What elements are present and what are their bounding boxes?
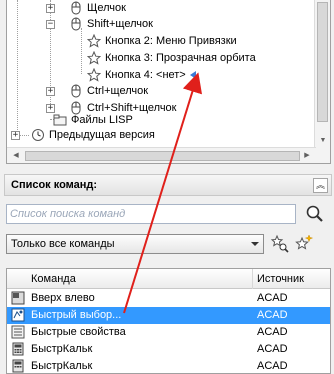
command-search-input[interactable] — [6, 204, 296, 224]
filter-selected-value: Только все команды — [11, 238, 115, 250]
command-list-header: Список команд: ︽ — [4, 174, 332, 196]
command-list-panel: Список команд: ︽ Только все команды Кома… — [0, 174, 334, 374]
customization-tree[interactable]: + Щелчок − Shift+щелчок Кнопка 2: Меню П… — [6, 0, 331, 164]
table-row-selected[interactable]: Быстрый выбор... ACAD — [7, 307, 330, 324]
chevron-down-icon — [251, 242, 259, 246]
table-row[interactable]: БыстрКальк ACAD — [7, 358, 330, 373]
tree-item-button-2[interactable]: Кнопка 2: Меню Привязки — [87, 33, 237, 49]
tree-item-shift-click[interactable]: Shift+щелчок — [69, 16, 153, 32]
folder-icon — [53, 113, 67, 127]
tree-expander[interactable]: − — [46, 20, 55, 29]
tree-expander[interactable]: + — [46, 87, 55, 96]
star-icon — [87, 68, 101, 82]
new-star-icon — [295, 234, 314, 250]
table-row[interactable]: Быстрые свойства ACAD — [7, 324, 330, 341]
tree-item-button-4[interactable]: Кнопка 4: <нет> — [87, 67, 196, 83]
search-icon — [306, 205, 323, 222]
tree-vertical-scrollbar[interactable]: ▼ — [314, 0, 330, 163]
star-icon — [87, 34, 101, 48]
scrollbar-thumb[interactable] — [317, 2, 328, 122]
scrollbar-thumb[interactable] — [25, 151, 300, 161]
tree-item-button-3[interactable]: Кнопка 3: Прозрачная орбита — [87, 50, 256, 66]
calculator-icon — [12, 342, 24, 356]
scroll-down-icon[interactable]: ▼ — [316, 134, 330, 148]
calculator-icon — [12, 359, 24, 373]
mouse-icon — [69, 1, 83, 15]
tree-expander[interactable]: + — [46, 4, 55, 13]
column-header-command[interactable]: Команда — [27, 269, 253, 289]
tree-item-lisp-files[interactable]: Файлы LISP — [53, 112, 133, 128]
tree-expander[interactable]: + — [11, 131, 20, 140]
scroll-left-icon[interactable]: ◀ — [9, 149, 23, 163]
search-button[interactable] — [304, 204, 326, 224]
tree-item-ctrl-click[interactable]: Ctrl+щелчок — [69, 83, 148, 99]
star-search-icon — [270, 234, 289, 253]
star-icon — [87, 51, 101, 65]
column-header-source[interactable]: Источник — [253, 269, 330, 289]
new-command-button[interactable] — [294, 234, 316, 254]
collapse-button[interactable]: ︽ — [313, 178, 328, 193]
tree-item-click[interactable]: Щелчок — [69, 0, 126, 16]
quick-properties-icon — [11, 325, 25, 339]
chevron-up-icon: ︽ — [315, 180, 325, 190]
quick-select-icon — [11, 308, 25, 322]
find-command-button[interactable] — [270, 234, 292, 254]
panel-title: Список команд: — [11, 179, 98, 191]
mouse-icon — [69, 17, 83, 31]
table-header: Команда Источник — [7, 269, 330, 289]
tree-item-previous-version[interactable]: Предыдущая версия — [31, 127, 155, 143]
table-row[interactable]: Вверх влево ACAD — [7, 290, 330, 307]
mouse-icon — [69, 84, 83, 98]
history-icon — [31, 128, 45, 142]
table-row[interactable]: БыстрКальк ACAD — [7, 341, 330, 358]
command-filter-dropdown[interactable]: Только все команды — [6, 234, 264, 254]
tree-horizontal-scrollbar[interactable]: ◀ ▶ — [7, 147, 316, 163]
move-up-left-icon — [11, 291, 25, 305]
command-table[interactable]: Команда Источник Вверх влево ACAD Быстры… — [6, 268, 331, 374]
scroll-right-icon[interactable]: ▶ — [300, 149, 314, 163]
selection-marker-icon — [189, 71, 196, 79]
